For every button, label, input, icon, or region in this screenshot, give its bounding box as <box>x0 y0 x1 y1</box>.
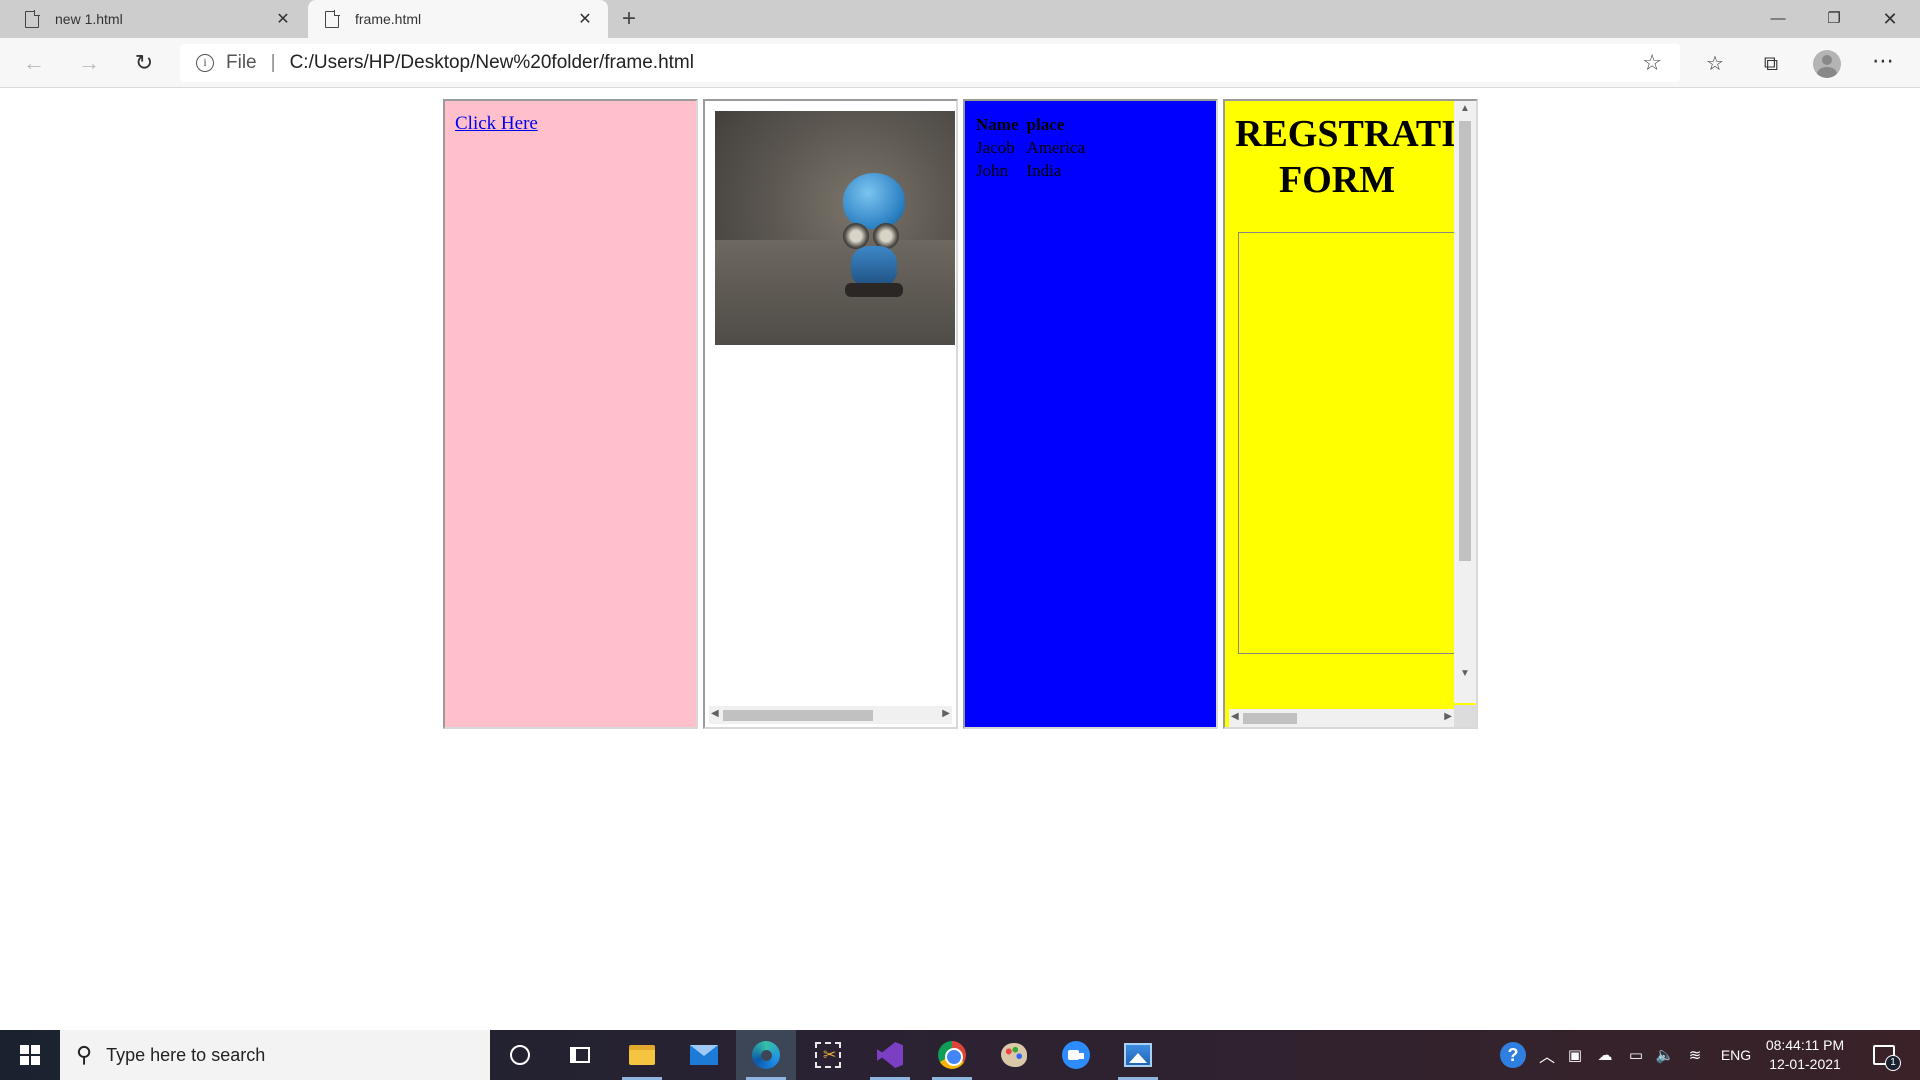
taskbar: ⚲ Type here to search ? ︿ ▣ ☁ ▭ 🔈 ≋ ENG … <box>0 1030 1920 1080</box>
browser-toolbar: ← → ↻ i File | C:/Users/HP/Desktop/New%2… <box>0 38 1920 88</box>
collections-icon[interactable]: ⧉ <box>1754 47 1788 81</box>
table-row: Jacob America <box>976 138 1093 161</box>
tab-strip: new 1.html ✕ frame.html ✕ + — ❐ ✕ <box>0 0 1920 38</box>
close-tab-icon[interactable]: ✕ <box>574 9 596 29</box>
clock[interactable]: 08:44:11 PM 12-01-2021 <box>1762 1030 1848 1080</box>
cell-name: John <box>976 161 1009 180</box>
scheme-label: File <box>226 52 257 73</box>
frame-pink: Click Here <box>443 99 698 729</box>
windows-logo-icon <box>20 1045 40 1065</box>
table-header-row: Name place <box>976 115 1093 138</box>
header-name: Name <box>976 115 1019 134</box>
file-explorer-icon[interactable] <box>612 1030 672 1080</box>
notification-count: 1 <box>1885 1055 1901 1071</box>
profile-button[interactable] <box>1810 47 1844 81</box>
title-line-2: FORM <box>1279 159 1396 201</box>
cell-place: America <box>1026 138 1086 157</box>
tab-frame[interactable]: frame.html ✕ <box>308 0 608 38</box>
tab-title: new 1.html <box>55 11 123 27</box>
visual-studio-icon[interactable] <box>860 1030 920 1080</box>
zoom-icon[interactable] <box>1046 1030 1106 1080</box>
scroll-down-icon[interactable]: ▼ <box>1460 668 1470 679</box>
volume-icon[interactable]: 🔈 <box>1652 1030 1678 1080</box>
reload-button[interactable]: ↻ <box>126 45 162 81</box>
battery-icon[interactable]: ▭ <box>1622 1030 1650 1080</box>
cell-name: Jacob <box>976 138 1015 157</box>
clock-date: 12-01-2021 <box>1769 1056 1841 1072</box>
robot-toy-photo <box>715 111 955 345</box>
scroll-thumb[interactable] <box>1459 121 1471 561</box>
registration-viewport: REGSTRATION FORM <box>1225 101 1454 691</box>
data-table: Name place Jacob America John India <box>976 115 1093 184</box>
click-here-link[interactable]: Click Here <box>455 113 538 135</box>
avatar <box>1813 50 1841 78</box>
edge-icon[interactable] <box>736 1030 796 1080</box>
show-hidden-icons-chevron-icon[interactable]: ︿ <box>1534 1030 1560 1080</box>
frame-blue: Name place Jacob America John India <box>963 99 1218 729</box>
language-indicator[interactable]: ENG <box>1716 1030 1756 1080</box>
frame-registration: REGSTRATION FORM ▲ ▼ ◀ ▶ <box>1223 99 1478 729</box>
header-place: place <box>1026 115 1065 134</box>
scrollbar-corner <box>1454 705 1476 727</box>
search-icon: ⚲ <box>76 1042 93 1067</box>
wifi-icon[interactable]: ≋ <box>1680 1030 1710 1080</box>
info-icon[interactable]: i <box>196 54 214 72</box>
table-row: John India <box>976 161 1093 184</box>
clock-time: 08:44:11 PM <box>1765 1037 1845 1053</box>
forward-button[interactable]: → <box>71 45 107 81</box>
search-placeholder: Type here to search <box>106 1044 266 1065</box>
horizontal-scrollbar[interactable]: ◀ ▶ <box>1229 709 1454 727</box>
new-tab-button[interactable]: + <box>614 4 644 34</box>
page-icon <box>325 10 340 28</box>
device-icon[interactable]: ▣ <box>1562 1030 1588 1080</box>
address-bar[interactable]: i File | C:/Users/HP/Desktop/New%20folde… <box>180 44 1680 82</box>
page-icon <box>25 10 40 28</box>
paint-icon[interactable] <box>984 1030 1044 1080</box>
title-line-1: REGSTRATION <box>1235 113 1454 155</box>
url-text[interactable]: C:/Users/HP/Desktop/New%20folder/frame.h… <box>290 52 694 74</box>
address-separator: | <box>270 52 276 73</box>
back-button[interactable]: ← <box>16 45 52 81</box>
snipping-tool-icon[interactable] <box>798 1030 858 1080</box>
help-icon[interactable]: ? <box>1496 1030 1530 1080</box>
scroll-thumb[interactable] <box>723 710 873 721</box>
minimize-button[interactable]: — <box>1750 0 1806 38</box>
registration-title: REGSTRATION FORM <box>1235 111 1454 203</box>
scroll-right-icon[interactable]: ▶ <box>942 708 950 719</box>
scroll-thumb[interactable] <box>1243 713 1297 724</box>
scroll-left-icon[interactable]: ◀ <box>711 708 719 719</box>
tab-title: frame.html <box>355 11 422 27</box>
cortana-icon[interactable] <box>490 1030 550 1080</box>
notification-center-icon[interactable]: 1 <box>1862 1030 1906 1080</box>
cell-place: India <box>1026 161 1062 180</box>
tab-new1[interactable]: new 1.html ✕ <box>8 0 306 38</box>
horizontal-scrollbar[interactable]: ◀ ▶ <box>709 706 952 724</box>
scroll-up-icon[interactable]: ▲ <box>1460 103 1470 114</box>
scroll-right-icon[interactable]: ▶ <box>1444 711 1452 722</box>
photos-icon[interactable] <box>1108 1030 1168 1080</box>
mail-icon[interactable] <box>674 1030 734 1080</box>
scroll-left-icon[interactable]: ◀ <box>1231 711 1239 722</box>
onedrive-icon[interactable]: ☁ <box>1590 1030 1620 1080</box>
registration-form-box <box>1238 232 1454 654</box>
close-window-button[interactable]: ✕ <box>1862 0 1918 38</box>
task-view-icon[interactable] <box>550 1030 610 1080</box>
start-button[interactable] <box>0 1030 60 1080</box>
favorites-icon[interactable]: ☆ <box>1698 47 1732 81</box>
chrome-icon[interactable] <box>922 1030 982 1080</box>
restore-button[interactable]: ❐ <box>1806 0 1862 38</box>
close-tab-icon[interactable]: ✕ <box>272 9 294 29</box>
vertical-scrollbar[interactable]: ▲ ▼ <box>1454 101 1476 703</box>
more-menu-icon[interactable]: ⋯ <box>1866 47 1900 81</box>
frame-image: ◀ ▶ <box>703 99 958 729</box>
favorite-star-icon[interactable]: ☆ <box>1642 50 1662 76</box>
taskbar-search[interactable]: ⚲ Type here to search <box>60 1030 490 1080</box>
